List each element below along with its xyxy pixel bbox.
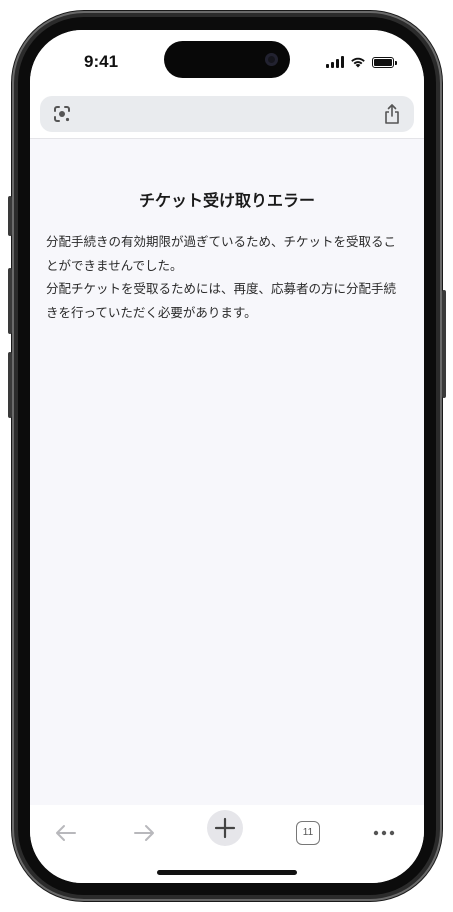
- error-message-paragraph: 分配手続きの有効期限が過ぎているため、チケットを受取ることができませんでした。: [46, 234, 397, 273]
- back-button[interactable]: [46, 813, 86, 853]
- battery-icon: [372, 57, 397, 68]
- google-lens-icon[interactable]: [52, 104, 72, 124]
- forward-button[interactable]: [124, 813, 164, 853]
- volume-up-button: [8, 268, 12, 334]
- error-message: 分配手続きの有効期限が過ぎているため、チケットを受取ることができませんでした。 …: [46, 230, 408, 324]
- status-bar: 9:41: [30, 30, 424, 92]
- status-time: 9:41: [84, 52, 119, 71]
- volume-down-button: [8, 352, 12, 418]
- url-bar[interactable]: [40, 96, 414, 132]
- power-button: [442, 290, 446, 398]
- arrow-left-icon: [56, 825, 76, 841]
- new-tab-button[interactable]: [207, 810, 243, 846]
- plus-icon: [214, 817, 236, 839]
- web-content: チケット受け取りエラー 分配手続きの有効期限が過ぎているため、チケットを受取るこ…: [30, 139, 424, 805]
- action-button: [8, 196, 12, 236]
- dynamic-island: [164, 41, 290, 78]
- home-indicator[interactable]: [157, 870, 297, 875]
- more-button[interactable]: [364, 813, 404, 853]
- tab-switcher-button[interactable]: 11: [288, 813, 328, 853]
- front-camera: [265, 53, 278, 66]
- share-icon[interactable]: [382, 103, 402, 125]
- status-icons: [326, 56, 397, 68]
- arrow-right-icon: [134, 825, 154, 841]
- wifi-icon: [351, 57, 365, 68]
- tab-count-icon: 11: [296, 821, 320, 845]
- cellular-signal-icon: [326, 56, 344, 68]
- more-horizontal-icon: [373, 830, 395, 836]
- phone-screen: 9:41 チケット受け取りエラー 分配手続きの有効期限が過ぎているため、チケット…: [30, 30, 424, 883]
- error-message-paragraph: 分配チケットを受取るためには、再度、応募者の方に分配手続きを行っていただく必要が…: [46, 281, 397, 320]
- page-title: チケット受け取りエラー: [138, 191, 315, 210]
